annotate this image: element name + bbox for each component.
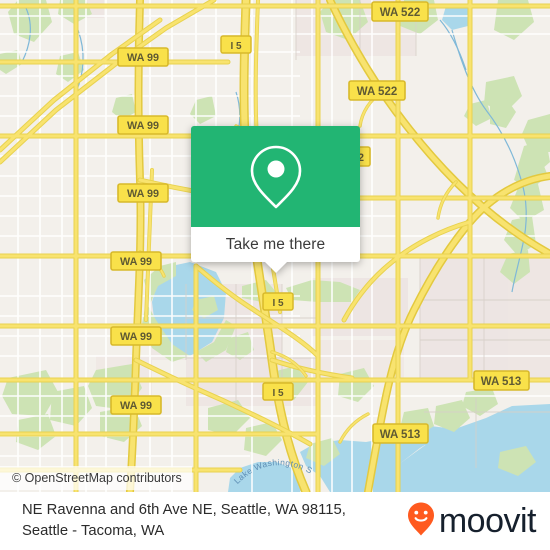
map-shield-wa-513-east: WA 513 [473,370,530,391]
map-shield-label: WA 513 [481,376,521,388]
map-shield-label: I 5 [272,388,284,399]
map-shield-label: WA 99 [120,400,152,412]
map-shield-i5-south: I 5 [262,382,294,401]
location-address: NE Ravenna and 6th Ave NE, Seattle, WA 9… [22,500,346,542]
map-shield-wa-99-6: WA 99 [110,395,162,415]
map-shield-wa-99-1: WA 99 [117,47,169,67]
moovit-smiley-pin-icon [407,502,435,541]
callout-action-bar[interactable]: Take me there [191,227,360,273]
map-pin-icon [248,143,304,211]
map-shield-label: WA 99 [120,331,152,343]
callout-pointer-tail [264,262,287,273]
address-line-1: NE Ravenna and 6th Ave NE, Seattle, WA 9… [22,502,346,518]
map-shield-wa-99-5: WA 99 [110,326,162,346]
map-shield-wa-99-4: WA 99 [110,251,162,271]
map-shield-wa-522-south: WA 522 [348,80,406,101]
moovit-brand[interactable]: moovit [407,502,537,541]
map-shield-wa-99-3: WA 99 [117,183,169,203]
map-shield-label: WA 513 [380,429,420,441]
map-shield-label: WA 99 [127,188,159,200]
map-shield-label: I 5 [272,298,284,309]
footer-bar: NE Ravenna and 6th Ave NE, Seattle, WA 9… [0,492,550,550]
map-shield-i5-middle: I 5 [262,292,294,311]
address-line-2: Seattle - Tacoma, WA [22,523,165,539]
osm-attribution[interactable]: © OpenStreetMap contributors [0,466,192,490]
take-me-there-label: Take me there [225,235,326,253]
map-shield-label: WA 99 [127,52,159,64]
map-shield-i5-north: I 5 [220,35,252,54]
map-shield-wa-513-west: WA 513 [372,423,429,444]
take-me-there-callout[interactable]: Take me there [191,126,360,273]
map-shield-label: WA 522 [357,86,397,98]
map-shield-label: I 5 [230,41,242,52]
map-shield-label: WA 99 [120,256,152,268]
moovit-map-screenshot: Lake Washington S WA 522 I 5 WA 99 WA 52 [0,0,550,550]
moovit-wordmark: moovit [438,502,537,540]
map-shield-wa-99-2: WA 99 [117,115,169,135]
callout-pin-area [191,126,360,227]
osm-attribution-text: © OpenStreetMap contributors [12,471,182,485]
map-shield-label: WA 522 [380,7,420,19]
map-shield-label: WA 99 [127,120,159,132]
map-shield-wa-522-north: WA 522 [371,1,429,22]
